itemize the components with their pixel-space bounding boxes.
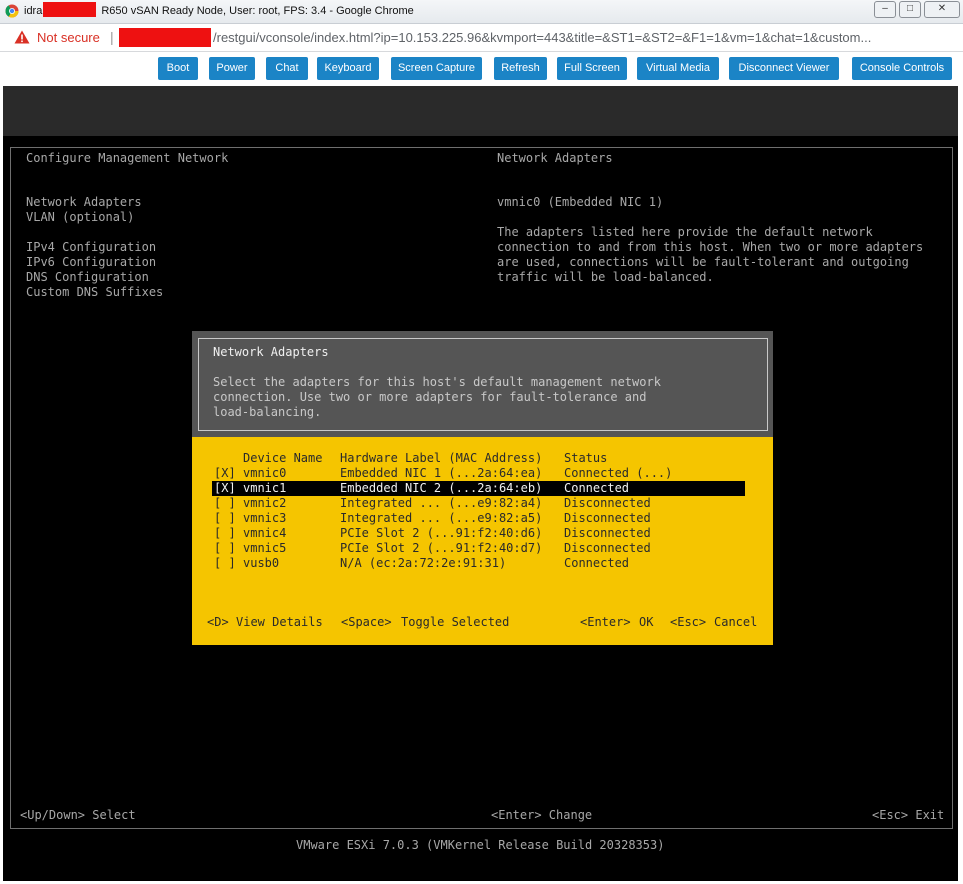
adapter-status: Disconnected bbox=[564, 526, 651, 540]
adapter-status: Connected bbox=[564, 481, 630, 495]
chat-button[interactable]: Chat bbox=[266, 57, 308, 80]
url-text[interactable]: /restgui/vconsole/index.html?ip=10.153.2… bbox=[213, 30, 871, 45]
footer-exit-hint: <Esc> Exit bbox=[872, 808, 945, 822]
adapter-status: Disconnected bbox=[564, 541, 651, 555]
screen-capture-button[interactable]: Screen Capture bbox=[391, 57, 482, 80]
adapter-hardware: Integrated ... (...e9:82:a5) bbox=[340, 511, 543, 525]
window-controls: – □ ✕ bbox=[871, 1, 960, 18]
power-button[interactable]: Power bbox=[209, 57, 255, 80]
dialog-header: Network Adapters Select the adapters for… bbox=[192, 331, 773, 438]
dialog-title: Network Adapters bbox=[213, 345, 329, 359]
warning-icon[interactable] bbox=[14, 30, 30, 44]
adapter-hardware: Integrated ... (...e9:82:a4) bbox=[340, 496, 543, 510]
adapter-checkbox[interactable]: [ ] bbox=[214, 541, 236, 556]
view-details-key: <D> bbox=[207, 615, 229, 629]
adapter-status: Disconnected bbox=[564, 496, 651, 510]
menu-item-dns-suffixes[interactable]: Custom DNS Suffixes bbox=[26, 285, 163, 300]
column-header-status: Status bbox=[564, 451, 608, 465]
menu-item-vlan[interactable]: VLAN (optional) bbox=[26, 210, 134, 225]
browser-title-bar: idra R650 vSAN Ready Node, User: root, FP… bbox=[0, 0, 963, 24]
dialog-intro-line: load-balancing. bbox=[213, 405, 322, 419]
boot-button[interactable]: Boot bbox=[158, 57, 198, 80]
description-line: are used, connections will be fault-tole… bbox=[497, 255, 909, 269]
address-bar[interactable]: Not secure | /restgui/vconsole/index.htm… bbox=[0, 24, 963, 52]
not-secure-label[interactable]: Not secure bbox=[37, 30, 100, 45]
description-line: The adapters listed here provide the def… bbox=[497, 225, 873, 239]
view-details-label: View Details bbox=[236, 615, 323, 629]
adapter-device: vmnic5 bbox=[243, 541, 287, 555]
column-header-hardware: Hardware Label (MAC Address) bbox=[340, 451, 543, 465]
console-controls-button[interactable]: Console Controls bbox=[852, 57, 952, 80]
adapter-checkbox[interactable]: [ ] bbox=[214, 556, 236, 571]
adapter-row-selected[interactable]: [X] vmnic1 Embedded NIC 2 (...2a:64:eb) … bbox=[212, 481, 745, 496]
refresh-button[interactable]: Refresh bbox=[494, 57, 547, 80]
adapter-device: vusb0 bbox=[243, 556, 280, 570]
adapter-device: vmnic0 bbox=[243, 466, 287, 480]
minimize-button[interactable]: – bbox=[874, 1, 896, 18]
cancel-label: Cancel bbox=[714, 615, 758, 629]
footer-change-hint: <Enter> Change bbox=[491, 808, 593, 822]
adapter-device: vmnic2 bbox=[243, 496, 287, 510]
menu-item-ipv4[interactable]: IPv4 Configuration bbox=[26, 240, 156, 255]
adapter-hardware: PCIe Slot 2 (...91:f2:40:d6) bbox=[340, 526, 543, 540]
disconnect-viewer-button[interactable]: Disconnect Viewer bbox=[729, 57, 839, 80]
keyboard-button[interactable]: Keyboard bbox=[317, 57, 379, 80]
menu-item-dns[interactable]: DNS Configuration bbox=[26, 270, 149, 285]
footer-select-hint: <Up/Down> Select bbox=[20, 808, 136, 822]
adapter-hardware: N/A (ec:2a:72:2e:91:31) bbox=[340, 556, 507, 570]
console-toolbar: Boot Power Chat Keyboard Screen Capture … bbox=[0, 52, 963, 86]
chrome-logo-icon bbox=[5, 4, 19, 18]
adapter-checkbox[interactable]: [X] bbox=[214, 466, 236, 481]
maximize-button[interactable]: □ bbox=[899, 1, 921, 18]
menu-item-network-adapters[interactable]: Network Adapters bbox=[26, 195, 142, 210]
redacted-hostname bbox=[43, 2, 97, 18]
adapter-status: Disconnected bbox=[564, 511, 651, 525]
adapter-hardware: Embedded NIC 1 (...2a:64:ea) bbox=[340, 466, 543, 480]
adapter-device: vmnic3 bbox=[243, 511, 287, 525]
adapter-status: Connected (...) bbox=[564, 466, 673, 480]
esxi-dcui-screen[interactable]: Configure Management Network Network Ada… bbox=[3, 136, 958, 881]
close-button[interactable]: ✕ bbox=[924, 1, 960, 18]
adapter-device: vmnic1 bbox=[243, 481, 287, 495]
remote-console[interactable]: Configure Management Network Network Ada… bbox=[3, 86, 958, 881]
adapter-device: vmnic4 bbox=[243, 526, 287, 540]
cancel-key: <Esc> bbox=[670, 615, 707, 629]
url-separator: | bbox=[110, 29, 114, 45]
dialog-intro-line: Select the adapters for this host's defa… bbox=[213, 375, 661, 389]
console-top-band bbox=[3, 86, 958, 136]
adapter-status: Connected bbox=[564, 556, 630, 570]
selected-adapter-info: vmnic0 (Embedded NIC 1) bbox=[497, 195, 664, 209]
adapter-list-panel[interactable]: Device Name Hardware Label (MAC Address)… bbox=[192, 437, 773, 645]
window-title: idra R650 vSAN Ready Node, User: root, FP… bbox=[24, 2, 414, 18]
description-line: connection to and from this host. When t… bbox=[497, 240, 924, 254]
column-header-device: Device Name bbox=[243, 451, 323, 465]
menu-item-ipv6[interactable]: IPv6 Configuration bbox=[26, 255, 156, 270]
adapter-checkbox[interactable]: [ ] bbox=[214, 496, 236, 511]
virtual-media-button[interactable]: Virtual Media bbox=[637, 57, 719, 80]
ok-label: OK bbox=[639, 615, 654, 629]
window-title-prefix: idra bbox=[24, 5, 43, 17]
toggle-key: <Space> bbox=[341, 615, 392, 629]
esxi-version-banner: VMware ESXi 7.0.3 (VMKernel Release Buil… bbox=[296, 838, 665, 852]
adapter-checkbox[interactable]: [ ] bbox=[214, 511, 236, 526]
left-pane-title: Configure Management Network bbox=[26, 151, 229, 165]
adapter-hardware: PCIe Slot 2 (...91:f2:40:d7) bbox=[340, 541, 543, 555]
adapter-hardware: Embedded NIC 2 (...2a:64:eb) bbox=[340, 481, 543, 495]
full-screen-button[interactable]: Full Screen bbox=[557, 57, 627, 80]
ok-key: <Enter> bbox=[580, 615, 631, 629]
right-pane-title: Network Adapters bbox=[497, 151, 613, 165]
adapter-checkbox[interactable]: [ ] bbox=[214, 526, 236, 541]
adapter-checkbox[interactable]: [X] bbox=[214, 481, 236, 496]
dialog-intro-line: connection. Use two or more adapters for… bbox=[213, 390, 647, 404]
window-title-rest: R650 vSAN Ready Node, User: root, FPS: 3… bbox=[101, 5, 414, 17]
toggle-label: Toggle Selected bbox=[401, 615, 510, 629]
description-line: traffic will be load-balanced. bbox=[497, 270, 714, 284]
redacted-host bbox=[119, 28, 211, 47]
